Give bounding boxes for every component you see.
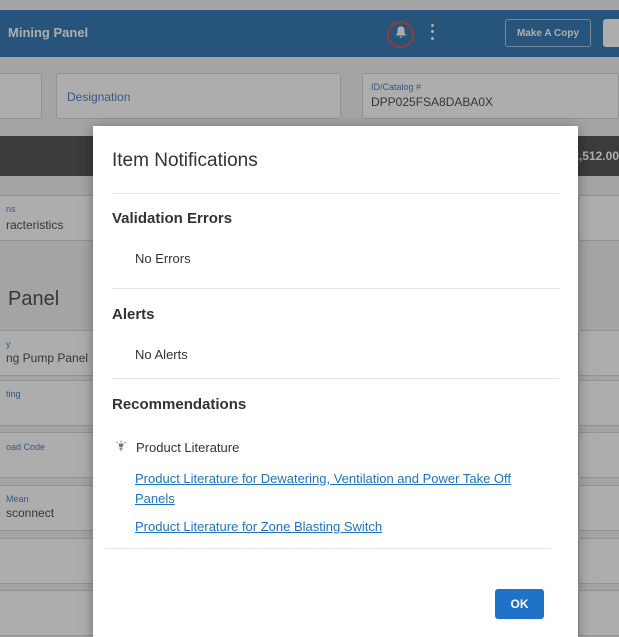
- validation-errors-heading: Validation Errors: [112, 210, 233, 227]
- divider: [112, 378, 559, 379]
- ok-button[interactable]: OK: [495, 589, 544, 619]
- recommendation-label: Product Literature: [136, 440, 240, 455]
- divider: [112, 193, 559, 194]
- alerts-text: No Alerts: [135, 347, 188, 362]
- item-notifications-dialog: Item Notifications Validation Errors No …: [93, 126, 578, 637]
- dialog-title: Item Notifications: [112, 150, 258, 171]
- validation-errors-text: No Errors: [135, 251, 191, 266]
- divider: [105, 548, 551, 549]
- alerts-heading: Alerts: [112, 306, 155, 323]
- link-line-2: Panels: [135, 491, 175, 506]
- zone-blasting-literature-link[interactable]: Product Literature for Zone Blasting Swi…: [135, 517, 382, 537]
- recommendations-heading: Recommendations: [112, 396, 247, 413]
- divider: [112, 288, 559, 289]
- dewatering-literature-link[interactable]: Product Literature for Dewatering, Venti…: [135, 469, 511, 509]
- link-line-1: Product Literature for Dewatering, Venti…: [135, 471, 512, 486]
- lightbulb-icon: [115, 440, 136, 455]
- recommendation-item: Product Literature: [115, 440, 239, 455]
